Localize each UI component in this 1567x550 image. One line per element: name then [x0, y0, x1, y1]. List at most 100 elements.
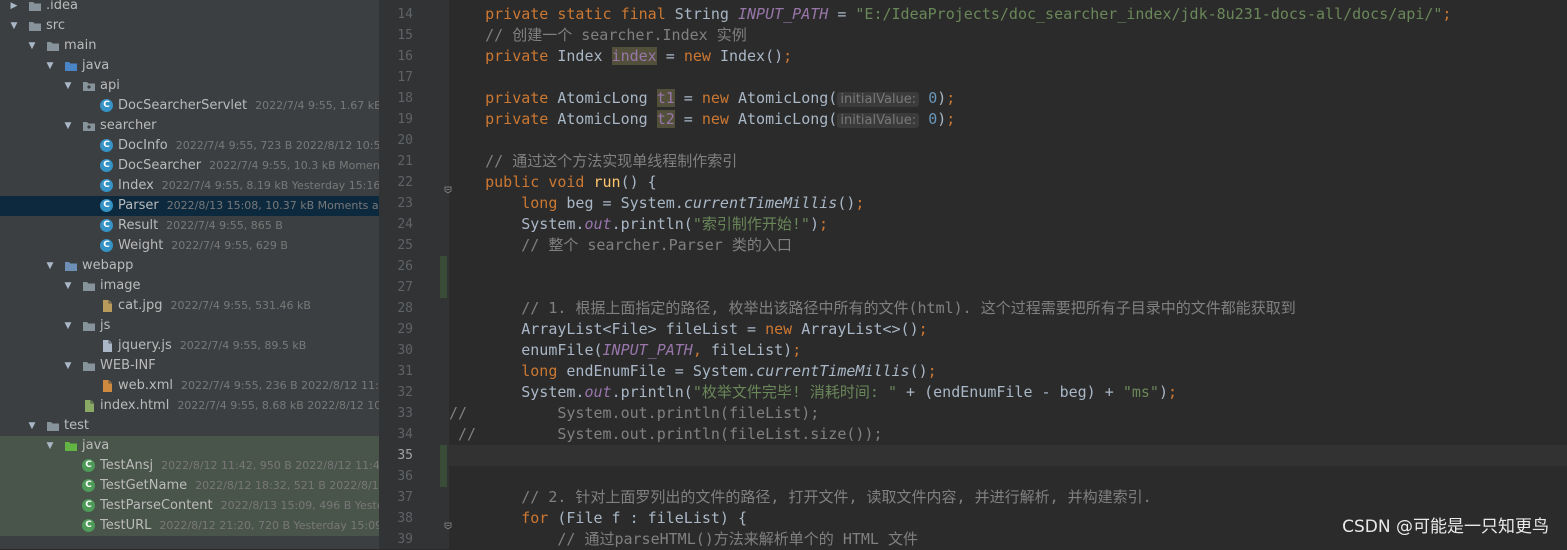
- tree-item[interactable]: C DocSearcherServlet 2022/7/4 9:55, 1.67 k…: [0, 96, 379, 116]
- code-line[interactable]: // System.out.println(fileList.size());: [449, 424, 1567, 445]
- code-line[interactable]: long endEnumFile = System.currentTimeMil…: [449, 361, 1567, 382]
- java-class-icon: C: [100, 219, 113, 232]
- tree-item[interactable]: ▼ image: [0, 276, 379, 296]
- vcs-change-marker[interactable]: [440, 445, 447, 487]
- code-line[interactable]: ArrayList<File> fileList = new ArrayList…: [449, 319, 1567, 340]
- code-line[interactable]: // System.out.println(fileList);: [449, 403, 1567, 424]
- tree-item[interactable]: C Result 2022/7/4 9:55, 865 B: [0, 216, 379, 236]
- code-line[interactable]: [449, 466, 1567, 487]
- project-tree-panel[interactable]: ▶ .idea ▼ src ▼ main ▼ java ▼ api C DocSearcherServ…: [0, 0, 379, 549]
- java-class-icon: C: [100, 239, 113, 252]
- code-line[interactable]: enumFile(INPUT_PATH, fileList);: [449, 340, 1567, 361]
- chevron-down-icon[interactable]: ▼: [62, 316, 74, 336]
- code-line[interactable]: private AtomicLong t2 = new AtomicLong(i…: [449, 109, 1567, 130]
- tree-item-label: java: [82, 56, 109, 76]
- tree-item[interactable]: ▼ api: [0, 76, 379, 96]
- test-class-icon: C: [82, 499, 95, 512]
- code-token: private static final: [485, 5, 675, 23]
- code-token: public void: [485, 173, 594, 191]
- code-editor[interactable]: private static final String INPUT_PATH =…: [449, 0, 1567, 549]
- chevron-down-icon[interactable]: ▼: [62, 76, 74, 96]
- code-line[interactable]: System.out.println("枚举文件完毕! 消耗时间: " + (e…: [449, 382, 1567, 403]
- code-line[interactable]: [449, 445, 1567, 466]
- fold-icon[interactable]: [444, 515, 452, 530]
- tree-item[interactable]: web.xml 2022/7/4 9:55, 236 B 2022/8/12 11…: [0, 376, 379, 396]
- code-token: INPUT_PATH: [738, 5, 829, 23]
- tree-item[interactable]: C DocInfo 2022/7/4 9:55, 723 B 2022/8/12 1…: [0, 136, 379, 156]
- tree-item[interactable]: C Index 2022/7/4 9:55, 8.19 kB Yesterday 1…: [0, 176, 379, 196]
- tree-item[interactable]: cat.jpg 2022/7/4 9:55, 531.46 kB: [0, 296, 379, 316]
- line-number: 15: [397, 28, 413, 43]
- code-token: ;: [946, 89, 956, 107]
- chevron-down-icon[interactable]: ▼: [8, 16, 20, 36]
- chevron-down-icon[interactable]: ▼: [62, 276, 74, 296]
- tree-item[interactable]: C TestGetName 2022/8/12 18:32, 521 B 2022/…: [0, 476, 379, 496]
- code-line[interactable]: private AtomicLong t1 = new AtomicLong(i…: [449, 88, 1567, 109]
- tree-item[interactable]: C Parser 2022/8/13 15:08, 10.37 kB Moments…: [0, 196, 379, 216]
- code-line[interactable]: private static final String INPUT_PATH =…: [449, 4, 1567, 25]
- code-token: for: [521, 509, 558, 527]
- tree-item[interactable]: ▼ java: [0, 436, 379, 456]
- tree-item[interactable]: C Weight 2022/7/4 9:55, 629 B: [0, 236, 379, 256]
- code-line[interactable]: [449, 67, 1567, 88]
- tree-item[interactable]: ▼ js: [0, 316, 379, 336]
- code-line[interactable]: [449, 130, 1567, 151]
- code-token: ;: [818, 215, 828, 233]
- vcs-change-marker[interactable]: [440, 256, 447, 298]
- code-line[interactable]: [449, 256, 1567, 277]
- code-token: ;: [855, 194, 865, 212]
- code-token: private: [485, 89, 558, 107]
- code-line[interactable]: // 整个 searcher.Parser 类的入口: [449, 235, 1567, 256]
- code-token: currentTimeMillis: [683, 194, 838, 212]
- code-line[interactable]: public void run() {: [449, 172, 1567, 193]
- line-number: 25: [397, 238, 413, 253]
- code-token: fileList): [710, 341, 793, 359]
- code-line[interactable]: private Index index = new Index();: [449, 46, 1567, 67]
- chevron-down-icon[interactable]: ▼: [26, 36, 38, 56]
- chevron-down-icon[interactable]: ▼: [44, 56, 56, 76]
- chevron-down-icon[interactable]: ▼: [44, 256, 56, 276]
- code-line[interactable]: // 通过这个方法实现单线程制作索引: [449, 151, 1567, 172]
- tree-item[interactable]: ▼ java: [0, 56, 379, 76]
- package-icon: [82, 79, 96, 93]
- tree-item-label: api: [100, 76, 120, 96]
- tree-item[interactable]: C TestParseContent 2022/8/13 15:09, 496 B …: [0, 496, 379, 516]
- code-token: "ms": [1122, 383, 1159, 401]
- tree-item[interactable]: ▼ WEB-INF: [0, 356, 379, 376]
- tree-item[interactable]: index.html 2022/7/4 9:55, 8.68 kB 2022/8/…: [0, 396, 379, 416]
- tree-item[interactable]: ▼ webapp: [0, 256, 379, 276]
- code-line[interactable]: // 2. 针对上面罗列出的文件的路径, 打开文件, 读取文件内容, 并进行解析…: [449, 487, 1567, 508]
- tree-item[interactable]: jquery.js 2022/7/4 9:55, 89.5 kB: [0, 336, 379, 356]
- code-token: ;: [1442, 5, 1452, 23]
- tree-item[interactable]: C TestURL 2022/8/12 21:20, 720 B Yesterday…: [0, 516, 379, 536]
- code-token: // 创建一个 searcher.Index 实例: [485, 26, 747, 44]
- tree-item[interactable]: ▼ test: [0, 416, 379, 436]
- code-line[interactable]: // 创建一个 searcher.Index 实例: [449, 25, 1567, 46]
- code-line[interactable]: System.out.println("索引制作开始!");: [449, 214, 1567, 235]
- tree-item[interactable]: ▼ src: [0, 16, 379, 36]
- code-token: ArrayList<>(): [801, 320, 919, 338]
- chevron-down-icon[interactable]: ▼: [26, 416, 38, 436]
- code-token: currentTimeMillis: [756, 362, 910, 380]
- chevron-down-icon[interactable]: ▼: [44, 436, 56, 456]
- tree-item[interactable]: ▶ .idea: [0, 0, 379, 16]
- tree-item-label: TestURL 2022/8/12 21:20, 720 B Yesterday …: [100, 516, 379, 536]
- chevron-down-icon[interactable]: ▼: [62, 116, 74, 136]
- code-token: AtomicLong: [557, 110, 657, 128]
- chevron-down-icon[interactable]: ▼: [62, 356, 74, 376]
- code-line[interactable]: // 1. 根据上面指定的路径, 枚举出该路径中所有的文件(html). 这个过…: [449, 298, 1567, 319]
- tree-item[interactable]: ▼ searcher: [0, 116, 379, 136]
- tree-item-name: main: [64, 38, 97, 53]
- code-token: System.out.println(fileList.size());: [476, 425, 883, 443]
- tree-item[interactable]: C DocSearcher 2022/7/4 9:55, 10.3 kB Momen…: [0, 156, 379, 176]
- code-line[interactable]: long beg = System.currentTimeMillis();: [449, 193, 1567, 214]
- line-number: 34: [397, 427, 413, 442]
- tree-item[interactable]: C TestAnsj 2022/8/12 11:42, 950 B 2022/8/1…: [0, 456, 379, 476]
- code-line[interactable]: [449, 277, 1567, 298]
- tree-item[interactable]: ▼ main: [0, 36, 379, 56]
- chevron-right-icon[interactable]: ▶: [8, 0, 20, 16]
- fold-icon[interactable]: [444, 179, 452, 194]
- folder-icon: [82, 359, 96, 373]
